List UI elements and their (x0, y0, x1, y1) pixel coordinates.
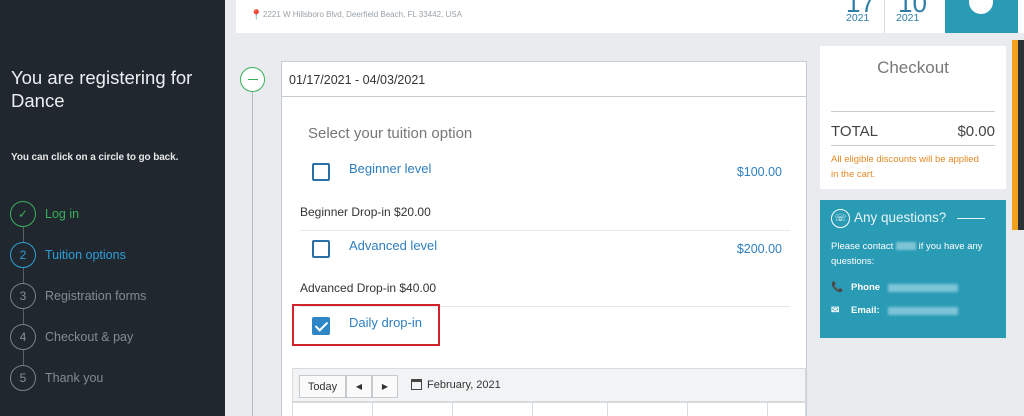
start-year: 2021 (846, 12, 870, 24)
questions-title: Any questions? (854, 210, 947, 225)
step-label: Thank you (45, 370, 104, 385)
registration-sidebar: You are registering for Dance You can cl… (0, 0, 225, 416)
favorite-badge[interactable] (945, 0, 1018, 33)
prev-month-button[interactable]: ◀ (346, 375, 372, 398)
beginner-dropin-text: Beginner Drop-in $20.00 (300, 205, 431, 219)
date-strip: 17 2021 10 2021 (834, 0, 944, 33)
map-pin-icon: 📍 (250, 10, 263, 21)
phone-label: Phone (851, 282, 881, 293)
calendar-col (373, 403, 453, 416)
email-label: Email: (851, 305, 880, 316)
questions-text: Please contact if you have any questions… (831, 239, 1001, 269)
step-list: ✓ Log in 2 Tuition options 3 Registratio… (10, 193, 220, 398)
redacted-email[interactable] (887, 306, 958, 315)
advanced-dropin-text: Advanced Drop-in $40.00 (300, 281, 437, 295)
end-year: 2021 (896, 12, 920, 24)
title-rule (957, 218, 985, 219)
step-label: Registration forms (45, 288, 147, 303)
step-5-circle: 5 (10, 364, 36, 391)
tuition-section-title: Select your tuition option (308, 125, 473, 142)
calendar-month: February, 2021 (427, 379, 501, 391)
step-label[interactable]: Tuition options (45, 248, 126, 262)
step-1-check-icon[interactable]: ✓ (10, 200, 36, 227)
calendar-col (293, 403, 373, 416)
session-date-range: 01/17/2021 - 04/03/2021 (282, 62, 806, 97)
divider (831, 145, 995, 146)
main-content: 📍 2221 W Hillsboro Blvd, Deerfield Beach… (225, 0, 1024, 416)
checkout-card: Checkout TOTAL $0.00 All eligible discou… (820, 46, 1006, 189)
redacted-contact-name (895, 242, 916, 251)
step-label[interactable]: Log in (45, 207, 79, 221)
step-3-circle: 3 (10, 282, 36, 309)
calendar-col (453, 403, 533, 416)
option-price: $200.00 (736, 242, 782, 256)
date-divider (884, 0, 885, 33)
calendar-col (533, 403, 608, 416)
highlight-box (292, 304, 440, 346)
location-address: 2221 W Hillsboro Blvd, Deerfield Beach, … (263, 10, 462, 19)
step-registration-forms: 3 Registration forms (10, 275, 220, 316)
option-price: $100.00 (736, 165, 782, 179)
email-row[interactable]: ✉ Email: (831, 305, 958, 316)
tuition-card: 01/17/2021 - 04/03/2021 Select your tuit… (281, 61, 807, 416)
calendar-header-row (292, 402, 806, 416)
questions-card: ☏ Any questions? Please contact if you h… (820, 200, 1006, 338)
step-log-in[interactable]: ✓ Log in (10, 193, 220, 234)
bookmark-icon (969, 0, 993, 14)
next-month-button[interactable]: ▶ (372, 375, 398, 398)
discount-note: All eligible discounts will be applied i… (831, 154, 979, 180)
dark-edge (1018, 40, 1024, 230)
email-icon: ✉ (831, 305, 840, 316)
calendar-icon (411, 379, 422, 390)
minus-icon (247, 78, 258, 81)
step-4-circle: 4 (10, 323, 36, 350)
total-amount: $0.00 (957, 123, 995, 140)
collapse-toggle-button[interactable] (240, 67, 265, 92)
checkout-title: Checkout (877, 58, 949, 77)
step-2-circle[interactable]: 2 (10, 241, 36, 268)
phone-circle-icon: ☏ (831, 209, 850, 228)
today-button[interactable]: Today (299, 375, 346, 398)
step-tuition-options[interactable]: 2 Tuition options (10, 234, 220, 275)
calendar-col (688, 403, 768, 416)
step-label: Checkout & pay (45, 329, 134, 344)
phone-icon: 📞 (831, 282, 844, 293)
beginner-checkbox[interactable] (312, 163, 330, 181)
option-name[interactable]: Advanced level (349, 238, 437, 253)
sidebar-title: You are registering for Dance (11, 67, 193, 111)
divider (831, 111, 995, 112)
option-name[interactable]: Beginner level (349, 161, 431, 176)
calendar-col (608, 403, 688, 416)
redacted-phone[interactable] (888, 283, 959, 292)
timeline-line (252, 90, 253, 416)
location-card: 📍 2221 W Hillsboro Blvd, Deerfield Beach… (236, 0, 1024, 33)
calendar-toolbar: Today ◀ ▶ February, 2021 (292, 368, 806, 402)
step-checkout-pay: 4 Checkout & pay (10, 316, 220, 357)
questions-text-prefix: Please contact (831, 241, 894, 252)
total-label: TOTAL (831, 123, 878, 140)
sidebar-hint: You can click on a circle to go back. (11, 152, 179, 163)
advanced-checkbox[interactable] (312, 240, 330, 258)
divider (300, 230, 790, 231)
step-thank-you: 5 Thank you (10, 357, 220, 398)
phone-row[interactable]: 📞 Phone (831, 282, 959, 293)
